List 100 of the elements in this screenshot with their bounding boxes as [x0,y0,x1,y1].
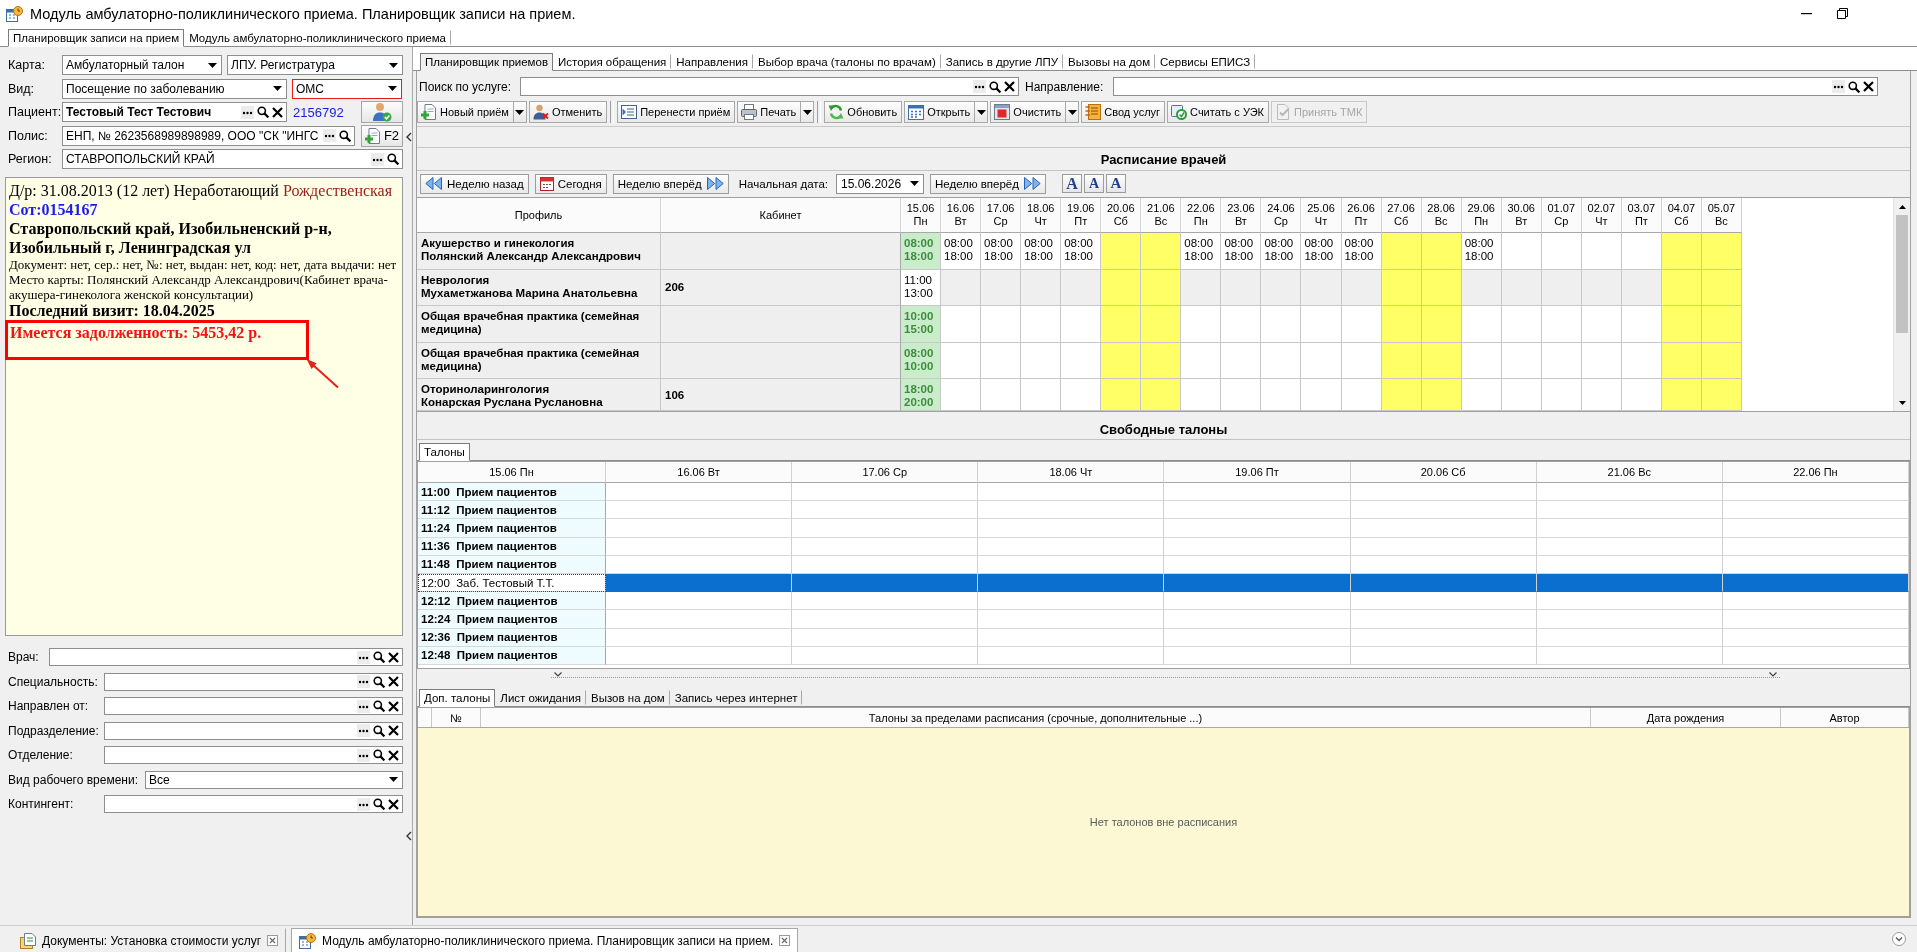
slot-cell[interactable] [606,501,793,520]
tab[interactable]: Талоны [419,443,470,461]
ellipsis-icon[interactable] [1832,80,1845,93]
slot-cell[interactable] [606,483,793,502]
ellipsis-icon[interactable] [357,797,370,811]
search-icon[interactable] [373,724,385,737]
font-size-button[interactable]: A [1083,174,1104,193]
time-slot[interactable]: 11:24 Прием пациентов [418,519,606,538]
search-icon[interactable] [373,675,385,688]
schedule-cell[interactable] [981,342,1022,379]
slot-cell[interactable] [978,501,1165,520]
input-field[interactable]: Тестовый Тест Тестович [62,102,287,122]
schedule-cell[interactable] [1541,342,1582,379]
slot-cell[interactable] [1164,501,1351,520]
schedule-cell[interactable] [1341,379,1382,411]
schedule-cell[interactable] [1381,306,1422,343]
schedule-cell[interactable] [1221,306,1262,343]
schedule-cell[interactable] [1581,379,1622,411]
schedule-cell[interactable] [1341,269,1382,306]
schedule-cell[interactable] [1021,306,1062,343]
slot-cell[interactable] [606,592,793,611]
schedule-cell[interactable] [1421,379,1462,411]
vertical-scrollbar[interactable] [1893,198,1910,411]
slot-cell[interactable] [1536,483,1723,502]
tab[interactable]: Планировщик записи на прием [8,29,185,47]
slot-cell[interactable] [792,610,979,629]
schedule-cell[interactable] [1141,269,1182,306]
schedule-cell[interactable] [1581,306,1622,343]
schedule-cell[interactable] [1101,379,1142,411]
schedule-cell[interactable] [1701,379,1742,411]
schedule-cell[interactable] [1421,306,1462,343]
time-slot[interactable]: 12:12 Прием пациентов [418,592,606,611]
ellipsis-icon[interactable] [241,105,254,119]
slot-cell[interactable] [1722,501,1909,520]
schedule-cell[interactable] [1221,269,1262,306]
schedule-cell[interactable]: 08:00 18:00 [1021,233,1062,270]
nav-button[interactable]: Неделю вперёд [930,173,1046,194]
schedule-cell[interactable] [1701,269,1742,306]
close-icon[interactable] [1863,81,1874,92]
font-size-button[interactable]: A [1061,174,1082,193]
dropdown-toggle[interactable] [1066,101,1080,123]
schedule-cell[interactable]: 08:00 18:00 [941,233,982,270]
tab[interactable]: Запись в другие ЛПУ [940,54,1064,69]
schedule-cell[interactable]: 08:00 18:00 [1181,233,1222,270]
input-field[interactable] [49,648,403,666]
schedule-cell[interactable] [1621,233,1662,270]
schedule-cell[interactable] [1141,233,1182,270]
caret-up-icon[interactable] [1898,204,1906,209]
slot-cell[interactable] [1164,592,1351,611]
ellipsis-icon[interactable] [357,748,370,762]
search-icon[interactable] [373,798,385,810]
schedule-cell[interactable] [1701,342,1742,379]
schedule-cell[interactable] [1261,379,1302,411]
schedule-cell[interactable] [1221,342,1262,379]
schedule-cell[interactable] [1021,342,1062,379]
schedule-cell[interactable] [1061,342,1102,379]
slot-cell[interactable] [792,592,979,611]
schedule-cell[interactable] [1381,379,1422,411]
nav-button[interactable]: Сегодня [534,173,607,194]
toolbar-button[interactable]: Перенести приём [617,101,736,123]
search-icon[interactable] [989,80,1001,93]
tab[interactable]: Планировщик приемов [420,53,553,71]
schedule-cell[interactable] [1621,306,1662,343]
splitter-handle[interactable] [551,672,1780,678]
schedule-cell[interactable] [1061,306,1102,343]
schedule-cell[interactable] [1661,342,1702,379]
ellipsis-icon[interactable] [357,650,370,664]
input-field[interactable] [520,77,1019,96]
slot-cell[interactable] [1164,483,1351,502]
slot-cell[interactable] [978,519,1165,538]
policy-button[interactable]: F2 [361,124,403,147]
schedule-cell[interactable] [1021,269,1062,306]
ellipsis-icon[interactable] [371,152,384,166]
dropdown-toggle[interactable] [801,101,815,123]
font-size-button[interactable]: A [1105,174,1126,193]
search-icon[interactable] [373,700,385,712]
dropdown[interactable]: Посещение по заболеванию [62,78,287,99]
date-picker[interactable]: 15.06.2026 [836,173,924,194]
tab[interactable]: Выбор врача (талоны по врачам) [753,54,941,69]
search-icon[interactable] [257,106,269,118]
schedule-cell[interactable]: 08:00 18:00 [981,233,1022,270]
ellipsis-icon[interactable] [973,80,986,93]
schedule-cell[interactable]: 08:00 18:00 [1261,233,1302,270]
schedule-cell[interactable] [1261,342,1302,379]
schedule-cell[interactable] [1581,233,1622,270]
close-icon[interactable] [388,651,399,663]
schedule-cell[interactable] [1181,269,1222,306]
slot-cell[interactable] [792,483,979,502]
schedule-cell[interactable] [1541,306,1582,343]
time-slot[interactable]: 11:12 Прием пациентов [418,501,606,520]
slot-cell[interactable] [1350,519,1537,538]
slot-cell[interactable] [1536,519,1723,538]
tab[interactable]: Лист ожидания [495,690,586,705]
patient-number-link[interactable]: 2156792 [293,104,344,120]
schedule-cell[interactable] [1101,342,1142,379]
schedule-cell[interactable] [1541,269,1582,306]
tab[interactable]: Запись через интернет [669,690,803,705]
dropdown-toggle[interactable] [975,101,989,123]
slot-cell[interactable] [1722,610,1909,629]
schedule-cell[interactable] [1181,306,1222,343]
